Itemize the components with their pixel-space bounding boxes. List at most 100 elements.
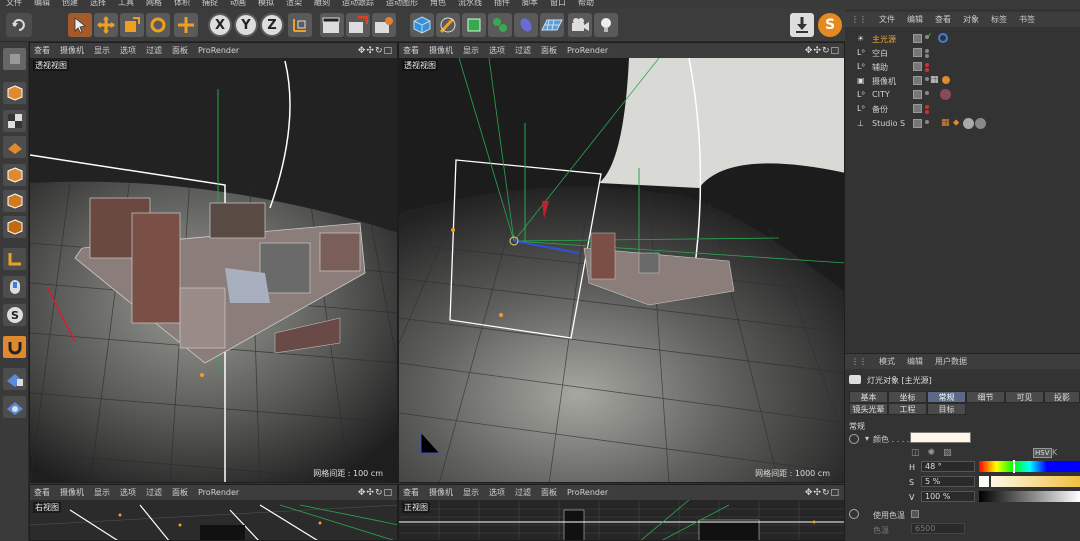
menu-item[interactable]: 动画 xyxy=(230,0,246,7)
vp-menu-view[interactable]: 查看 xyxy=(403,45,419,56)
edges-mode-icon[interactable] xyxy=(3,190,26,212)
menu-item[interactable]: 脚本 xyxy=(522,0,538,7)
viewport-nav-icons[interactable]: ✥✣↻□ xyxy=(358,46,393,56)
transform-icon[interactable] xyxy=(174,13,198,37)
om-menu-edit[interactable]: 编辑 xyxy=(907,14,923,25)
visibility-tag[interactable] xyxy=(913,90,922,99)
vp-menu-prorender[interactable]: ProRender xyxy=(198,46,239,55)
om-menu-tags[interactable]: 标签 xyxy=(991,14,1007,25)
snap-icon[interactable]: S xyxy=(3,304,26,326)
om-menu-object[interactable]: 对象 xyxy=(963,14,979,25)
render-picture-icon[interactable] xyxy=(346,13,370,37)
hue-slider[interactable] xyxy=(979,460,1080,473)
object-mode-icon[interactable] xyxy=(3,82,26,104)
menu-item[interactable]: 流水线 xyxy=(458,0,482,7)
move-icon[interactable] xyxy=(94,13,118,37)
vp-menu-prorender[interactable]: ProRender xyxy=(567,488,608,497)
tab-target[interactable]: 目标 xyxy=(927,403,966,415)
vp-menu-view[interactable]: 查看 xyxy=(34,487,50,498)
check-icon[interactable]: ✓ xyxy=(925,32,933,42)
undo-icon[interactable] xyxy=(6,13,32,37)
vp-menu-view[interactable]: 查看 xyxy=(403,487,419,498)
am-menu-userdata[interactable]: 用户数据 xyxy=(935,356,967,367)
viewport-nav-icons[interactable]: ✥✣↻□ xyxy=(805,46,840,56)
pen-icon[interactable] xyxy=(436,13,460,37)
menu-item[interactable]: 窗口 xyxy=(550,0,566,7)
menu-item[interactable]: 雕刻 xyxy=(314,0,330,7)
menu-item[interactable]: 体积 xyxy=(174,0,190,7)
menu-item[interactable]: 工具 xyxy=(118,0,134,7)
am-menu-mode[interactable]: 模式 xyxy=(879,356,895,367)
object-row[interactable]: ⊥ Studio S ▦ ⬥ xyxy=(845,117,1080,131)
axis-x-icon[interactable]: X xyxy=(208,13,232,37)
protection-tag-icon[interactable]: ▦ xyxy=(930,75,939,85)
vp-menu-panel[interactable]: 面板 xyxy=(172,487,188,498)
temperature-input[interactable]: 6500 xyxy=(911,523,965,534)
render-settings-icon[interactable] xyxy=(372,13,396,37)
viewport-bottom-right[interactable]: 查看 摄像机 显示 选项 过滤 面板 ProRender ✥✣↻□ 正视图 xyxy=(398,484,845,541)
tab-lens-flare[interactable]: 镜头光晕 xyxy=(849,403,888,415)
color-swatch[interactable] xyxy=(910,432,971,443)
light-icon[interactable] xyxy=(594,13,618,37)
image-mode-icon[interactable]: ▨ xyxy=(943,448,952,458)
am-menu-edit[interactable]: 编辑 xyxy=(907,356,923,367)
panel-grip-icon[interactable]: ⋮⋮ xyxy=(851,15,867,24)
color-expand-icon[interactable]: ▾ xyxy=(865,434,869,443)
value-slider[interactable] xyxy=(979,491,1080,502)
axis-mode-icon[interactable] xyxy=(3,248,26,270)
viewport-bottom-left[interactable]: 查看 摄像机 显示 选项 过滤 面板 ProRender ✥✣↻□ 右视图 xyxy=(29,484,398,541)
object-row[interactable]: L⁰ 辅助 xyxy=(845,60,1080,74)
vp-menu-options[interactable]: 选项 xyxy=(120,45,136,56)
compositing-tag-icon[interactable]: ▦ xyxy=(941,118,950,128)
material-tag-icon[interactable] xyxy=(963,118,974,129)
use-temperature-checkbox[interactable] xyxy=(911,510,919,518)
material-tag-icon[interactable] xyxy=(975,118,986,129)
vp-menu-options[interactable]: 选项 xyxy=(120,487,136,498)
menu-item[interactable]: 运动图形 xyxy=(386,0,418,7)
scene-icon[interactable]: S xyxy=(818,13,842,37)
spectrum-mode-icon[interactable]: ✺ xyxy=(928,448,936,458)
menu-item[interactable]: 渲染 xyxy=(286,0,302,7)
vp-menu-filter[interactable]: 过滤 xyxy=(515,45,531,56)
viewport-top-right[interactable]: 查看 摄像机 显示 选项 过滤 面板 ProRender ✥✣↻□ 透视视图 网… xyxy=(398,42,845,483)
display-tag-icon[interactable]: ⬥ xyxy=(953,118,959,128)
object-row[interactable]: L⁰ 备份 xyxy=(845,102,1080,116)
menu-item[interactable]: 帮助 xyxy=(578,0,594,7)
pointer-icon[interactable] xyxy=(68,13,92,37)
menu-item[interactable]: 插件 xyxy=(494,0,510,7)
no-render-tag-icon[interactable] xyxy=(941,75,951,85)
object-row[interactable]: ▣ 摄像机 ▦ xyxy=(845,74,1080,88)
color-wheel-mode-icon[interactable]: ◫ xyxy=(911,448,920,458)
viewport-nav-icons[interactable]: ✥✣↻□ xyxy=(805,488,840,498)
floor-icon[interactable] xyxy=(540,13,564,37)
deformer-icon[interactable] xyxy=(514,13,538,37)
points-mode-icon[interactable] xyxy=(3,164,26,186)
v-input[interactable]: 100 % xyxy=(921,491,975,502)
import-icon[interactable] xyxy=(790,13,814,37)
workplane-grid-icon[interactable] xyxy=(3,396,26,418)
tab-visibility[interactable]: 可见 xyxy=(1005,391,1044,403)
object-row[interactable]: L⁰ CITY xyxy=(845,88,1080,102)
animate-radio-icon[interactable] xyxy=(849,434,859,444)
vp-menu-filter[interactable]: 过滤 xyxy=(515,487,531,498)
array-icon[interactable] xyxy=(488,13,512,37)
vp-menu-camera[interactable]: 摄像机 xyxy=(429,487,453,498)
vp-menu-prorender[interactable]: ProRender xyxy=(567,46,608,55)
vp-menu-camera[interactable]: 摄像机 xyxy=(60,487,84,498)
vp-menu-view[interactable]: 查看 xyxy=(34,45,50,56)
texture-mode-icon[interactable] xyxy=(3,110,26,132)
axis-z-icon[interactable]: Z xyxy=(260,13,284,37)
tab-basic[interactable]: 基本 xyxy=(849,391,888,403)
subdivision-icon[interactable] xyxy=(462,13,486,37)
vp-menu-filter[interactable]: 过滤 xyxy=(146,45,162,56)
hsv-mode-button[interactable]: HSV xyxy=(1033,448,1052,458)
tab-shadow[interactable]: 投影 xyxy=(1044,391,1080,403)
coordinate-system-icon[interactable] xyxy=(288,13,312,37)
hue-slider-handle[interactable] xyxy=(1013,460,1015,473)
tab-coordinates[interactable]: 坐标 xyxy=(888,391,927,403)
menu-item[interactable]: 文件 xyxy=(6,0,22,7)
saturation-slider-handle[interactable] xyxy=(989,475,991,488)
vp-menu-display[interactable]: 显示 xyxy=(463,487,479,498)
menu-item[interactable]: 编辑 xyxy=(34,0,50,7)
vp-menu-camera[interactable]: 摄像机 xyxy=(60,45,84,56)
